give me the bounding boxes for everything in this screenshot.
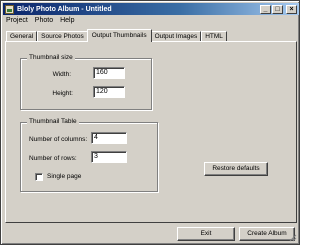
restore-defaults-button[interactable]: Restore defaults	[204, 162, 268, 176]
single-page-label[interactable]: Single page	[47, 173, 81, 180]
rows-label: Number of rows:	[29, 155, 77, 162]
columns-input[interactable]: 4	[91, 132, 127, 144]
exit-button[interactable]: Exit	[177, 227, 235, 241]
thumbnail-table-legend: Thumbnail Table	[27, 118, 79, 125]
close-button[interactable]: ×	[286, 4, 297, 14]
columns-label: Number of columns:	[29, 136, 88, 143]
menu-photo[interactable]: Photo	[35, 17, 53, 24]
window-controls: _ □ ×	[260, 4, 297, 14]
thumbnail-size-group: Thumbnail size Width: 160 Height: 120	[20, 54, 152, 110]
rows-input[interactable]: 3	[91, 151, 127, 163]
height-input[interactable]: 120	[93, 86, 125, 98]
width-label: Width:	[52, 71, 71, 78]
minimize-button[interactable]: _	[260, 4, 271, 14]
width-input[interactable]: 160	[93, 67, 125, 79]
height-label: Height:	[52, 90, 73, 97]
window-title: Bloly Photo Album - Untitled	[17, 5, 112, 13]
resize-grip-icon[interactable]	[289, 234, 297, 242]
menu-project[interactable]: Project	[6, 17, 28, 24]
maximize-button[interactable]: □	[272, 4, 283, 14]
app-photo-icon	[5, 4, 14, 14]
create-album-button[interactable]: Create Album	[239, 227, 295, 241]
title-bar[interactable]: Bloly Photo Album - Untitled _ □ ×	[3, 3, 299, 15]
thumbnail-table-group: Thumbnail Table Number of columns: 4 Num…	[20, 118, 158, 192]
tab-output-thumbnails[interactable]: Output Thumbnails	[86, 29, 152, 42]
app-window: Bloly Photo Album - Untitled _ □ × Proje…	[0, 0, 300, 245]
single-page-checkbox[interactable]	[35, 173, 43, 181]
menu-help[interactable]: Help	[60, 17, 74, 24]
thumbnail-size-legend: Thumbnail size	[27, 54, 75, 61]
menu-bar: Project Photo Help	[3, 15, 299, 26]
output-thumbnails-panel: Thumbnail size Width: 160 Height: 120 Th…	[5, 41, 297, 223]
